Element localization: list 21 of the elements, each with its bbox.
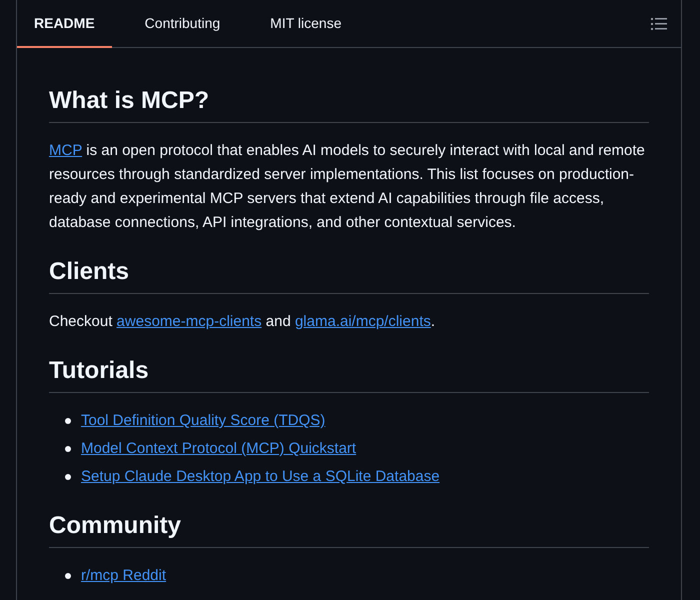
tab[interactable]: MIT license	[253, 0, 358, 48]
link[interactable]: Tool Definition Quality Score (TDQS)	[81, 409, 326, 433]
bullet-icon	[65, 474, 71, 480]
link[interactable]: r/mcp Reddit	[81, 564, 166, 588]
tab[interactable]: README	[17, 0, 112, 48]
section-heading: Clients	[49, 257, 649, 294]
section-heading: What is MCP?	[49, 86, 649, 123]
link[interactable]: awesome-mcp-clients	[116, 313, 262, 330]
link[interactable]: Setup Claude Desktop App to Use a SQLite Database	[81, 465, 440, 489]
link[interactable]: glama.ai/mcp/clients	[294, 313, 431, 330]
link[interactable]: MCP	[49, 142, 82, 159]
bullet-icon	[65, 573, 71, 579]
paragraph: Checkout awesome-mcp-clients and glama.ai/mcp/clients.	[49, 312, 436, 332]
section-heading: Community	[49, 511, 649, 548]
outline-menu-icon[interactable]	[651, 16, 667, 30]
paragraph: MCP is an open protocol that enables AI models to securely interact with local and remote resources through standardized server implementations. This list focuses on production-ready and experimental MCP servers that extend AI capabilities through file access, database connections, API integrations, and other contextual services.	[49, 141, 646, 233]
link[interactable]: Model Context Protocol (MCP) Quickstart	[81, 437, 356, 461]
bullet-icon	[65, 446, 71, 452]
bullet-icon	[65, 418, 71, 424]
section-heading: Tutorials	[49, 356, 649, 393]
tab[interactable]: Contributing	[128, 0, 238, 48]
